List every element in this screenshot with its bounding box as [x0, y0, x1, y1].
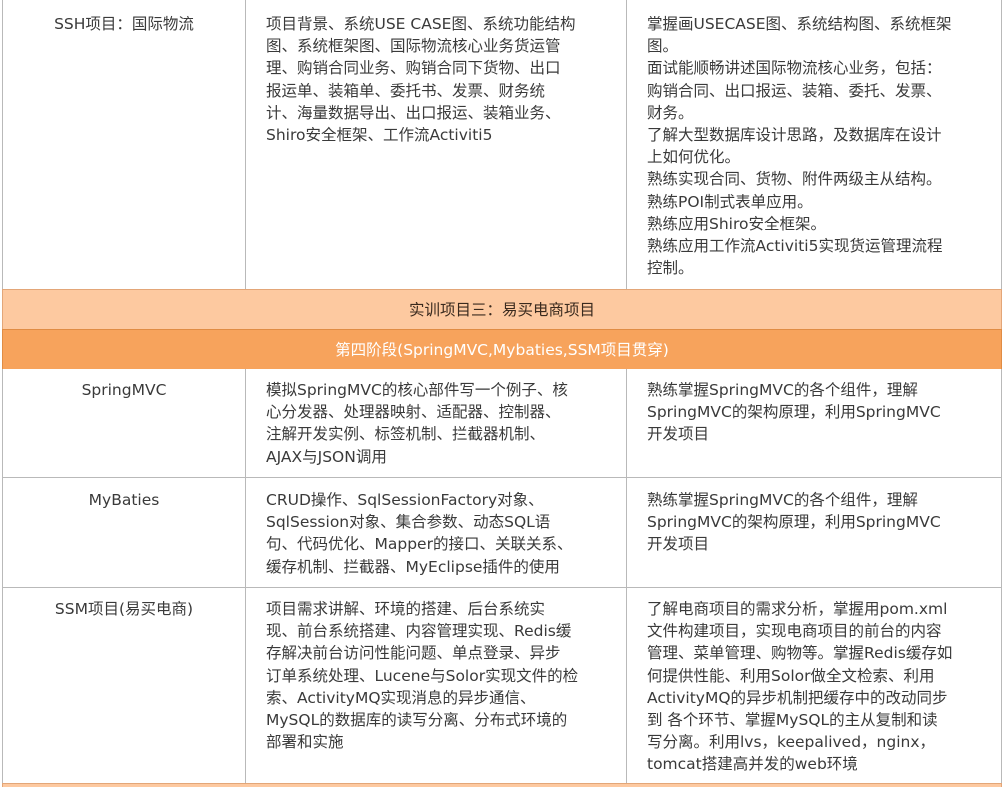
content-line: CRUD操作、SqlSessionFactory对象、	[266, 491, 544, 509]
content-line: 项目背景、系统USE CASE图、系统功能结构	[266, 15, 576, 33]
goal-line: 管理、菜单管理、购物等。掌握Redis缓存如	[647, 644, 953, 663]
module-name: SSM项目(易买电商)	[54, 600, 194, 618]
goal-line: 何提供性能、利用Solor做全文检索、利用	[647, 666, 935, 685]
goal-line: 熟练掌握SpringMVC的各个组件，理解	[647, 381, 918, 399]
goal-line: 写分离。利用lvs，keepalived，nginx，	[647, 733, 936, 752]
goal-line: 上如何优化。	[647, 148, 741, 167]
content-cell: CRUD操作、SqlSessionFactory对象、 SqlSession对象…	[245, 478, 626, 587]
content-cell: 项目需求讲解、环境的搭建、后台系统实 现、前台系统搭建、内容管理实现、Redis…	[245, 588, 626, 783]
table-row-ssh: SSH项目：国际物流 项目背景、系统USE CASE图、系统功能结构 图、系统框…	[2, 0, 1002, 289]
content-line: 理、购销合同业务、购销合同下货物、出口	[266, 59, 561, 78]
goal-line: 购销合同、出口报运、装箱、委托、发票、	[647, 81, 942, 100]
goals-cell: 熟练掌握SpringMVC的各个组件，理解 SpringMVC的架构原理，利用S…	[626, 478, 1002, 587]
content-cell: 模拟SpringMVC的核心部件写一个例子、核 心分发器、处理器映射、适配器、控…	[245, 369, 626, 478]
next-banner-edge	[2, 783, 1002, 787]
content-line: 缓存机制、拦截器、MyEclipse插件的使用	[266, 557, 560, 576]
goals-cell: 了解电商项目的需求分析，掌握用pom.xml 文件构建项目，实现电商项目的前台的…	[626, 588, 1002, 783]
goal-line: tomcat搭建高并发的web环境	[647, 755, 858, 774]
goal-line: 到 各个环节、掌握MySQL的主从复制和读	[647, 711, 938, 730]
content-line: AJAX与JSON调用	[266, 447, 387, 466]
goal-line: 熟练应用工作流Activiti5实现货运管理流程	[647, 237, 943, 256]
goal-line: 熟练应用Shiro安全框架。	[647, 214, 826, 233]
content-line: Shiro安全框架、工作流Activiti5	[266, 126, 493, 145]
goals-cell: 熟练掌握SpringMVC的各个组件，理解 SpringMVC的架构原理，利用S…	[626, 369, 1002, 478]
module-name-cell: SSH项目：国际物流	[2, 0, 245, 289]
module-name-cell: MyBaties	[2, 478, 245, 587]
goal-line: ActivityMQ的异步机制把缓存中的改动同步	[647, 688, 948, 707]
module-name: SSH项目：国际物流	[54, 15, 194, 33]
table-row-ssm: SSM项目(易买电商) 项目需求讲解、环境的搭建、后台系统实 现、前台系统搭建、…	[2, 588, 1002, 783]
content-line: 计、海量数据导出、出口报运、装箱业务、	[266, 103, 561, 122]
goal-line: 开发项目	[647, 425, 710, 444]
goal-line: SpringMVC的架构原理，利用SpringMVC	[647, 403, 941, 422]
section-banner: 实训项目三：易买电商项目	[2, 289, 1002, 329]
content-line: 心分发器、处理器映射、适配器、控制器、	[266, 403, 561, 422]
goal-line: 文件构建项目，实现电商项目的前台的内容	[647, 622, 942, 641]
goal-line: 熟练实现合同、货物、附件两级主从结构。	[647, 170, 942, 189]
content-line: MySQL的数据库的读写分离、分布式环境的	[266, 711, 568, 730]
content-line: 注解开发实例、标签机制、拦截器机制、	[266, 425, 546, 444]
goal-line: 开发项目	[647, 535, 710, 554]
goal-line: 控制。	[647, 259, 694, 278]
content-line: 报运单、装箱单、委托书、发票、财务统	[266, 81, 546, 100]
stage-banner-text: 第四阶段(SpringMVC,Mybaties,SSM项目贯穿)	[335, 341, 669, 359]
content-line: 项目需求讲解、环境的搭建、后台系统实	[266, 600, 546, 618]
goal-line: 了解电商项目的需求分析，掌握用pom.xml	[647, 600, 948, 618]
content-cell: 项目背景、系统USE CASE图、系统功能结构 图、系统框架图、国际物流核心业务…	[245, 0, 626, 289]
module-name-cell: SpringMVC	[2, 369, 245, 478]
goal-line: 面试能顺畅讲述国际物流核心业务，包括：	[647, 59, 942, 78]
goal-line: 图。	[647, 37, 679, 56]
goals-cell: 掌握画USECASE图、系统结构图、系统框架 图。 面试能顺畅讲述国际物流核心业…	[626, 0, 1002, 289]
content-line: 图、系统框架图、国际物流核心业务货运管	[266, 37, 561, 56]
module-name: MyBaties	[88, 491, 160, 509]
content-line: SqlSession对象、集合参数、动态SQL语	[266, 513, 551, 532]
content-line: 现、前台系统搭建、内容管理实现、Redis缓	[266, 622, 572, 641]
goal-line: 掌握画USECASE图、系统结构图、系统框架	[647, 15, 952, 33]
content-line: 索、ActivityMQ实现消息的异步通信、	[266, 688, 536, 707]
content-line: 订单系统处理、Lucene与Solor实现文件的检	[266, 666, 579, 685]
stage-banner: 第四阶段(SpringMVC,Mybaties,SSM项目贯穿)	[2, 329, 1002, 369]
content-line: 存解决前台访问性能问题、单点登录、异步	[266, 644, 561, 663]
section-banner-text: 实训项目三：易买电商项目	[408, 301, 595, 319]
goal-line: 熟练掌握SpringMVC的各个组件，理解	[647, 491, 918, 509]
table-row-mybaties: MyBaties CRUD操作、SqlSessionFactory对象、 Sql…	[2, 478, 1002, 587]
curriculum-table: SSH项目：国际物流 项目背景、系统USE CASE图、系统功能结构 图、系统框…	[0, 0, 1005, 787]
goal-line: 财务。	[647, 103, 694, 122]
module-name-cell: SSM项目(易买电商)	[2, 588, 245, 783]
content-line: 模拟SpringMVC的核心部件写一个例子、核	[266, 381, 568, 399]
goal-line: 了解大型数据库设计思路，及数据库在设计	[647, 126, 942, 145]
content-line: 句、代码优化、Mapper的接口、关联关系、	[266, 535, 573, 554]
module-name: SpringMVC	[81, 381, 167, 399]
goal-line: 熟练POI制式表单应用。	[647, 192, 813, 211]
content-line: 部署和实施	[266, 733, 344, 752]
table-row-springmvc: SpringMVC 模拟SpringMVC的核心部件写一个例子、核 心分发器、处…	[2, 369, 1002, 478]
goal-line: SpringMVC的架构原理，利用SpringMVC	[647, 513, 941, 532]
